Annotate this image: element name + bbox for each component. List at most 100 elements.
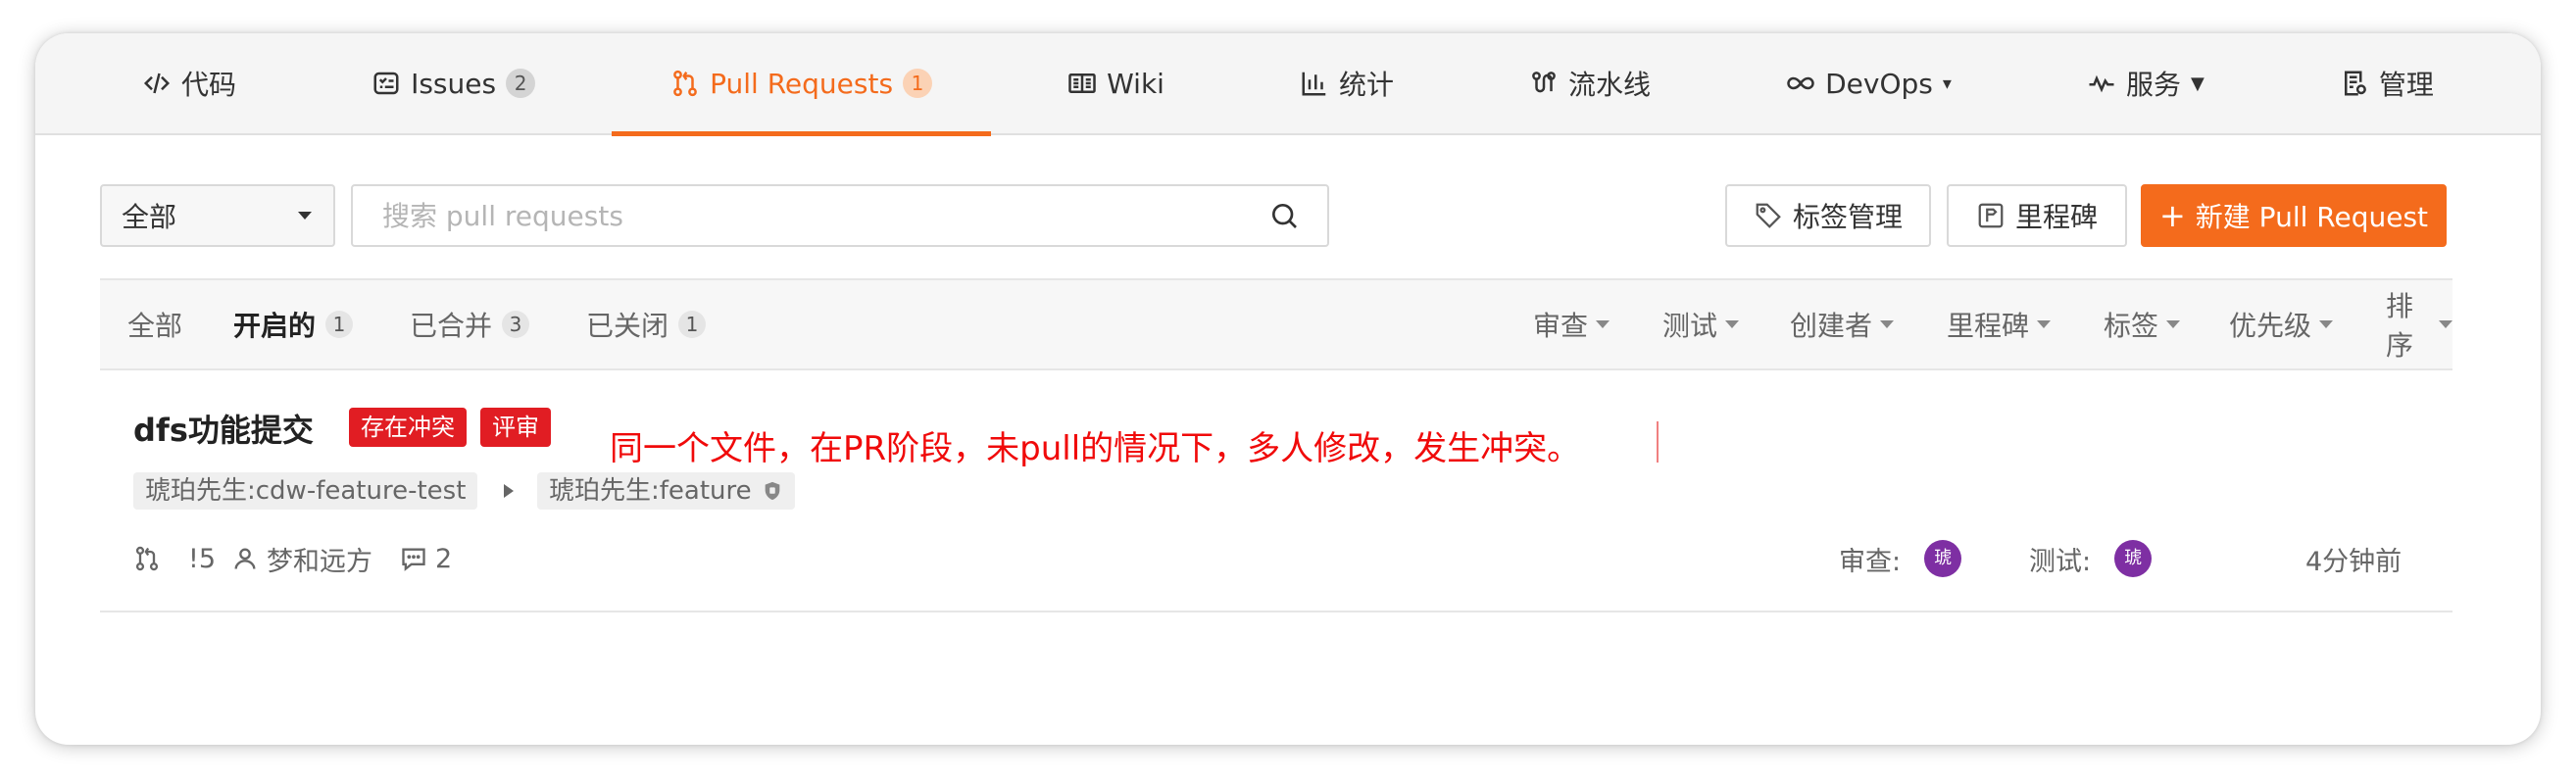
text-cursor <box>1657 421 1659 463</box>
filter-tester-dropdown[interactable]: 测试 <box>1662 280 1740 368</box>
tab-statistics[interactable]: 统计 <box>1241 33 1453 134</box>
filter-label-dropdown[interactable]: 标签 <box>2104 280 2181 368</box>
filter-count-badge: 3 <box>502 311 530 338</box>
pr-author[interactable]: 梦和远方 <box>231 537 372 580</box>
label-manage-label: 标签管理 <box>1792 201 1903 233</box>
tab-label: 代码 <box>181 69 237 101</box>
reviewer-label: 审查: <box>1839 546 1902 577</box>
new-pull-request-button[interactable]: + 新建 Pull Request <box>2141 184 2447 247</box>
source-branch-label: 琥珀先生:cdw-feature-test <box>145 476 467 506</box>
tab-label: Issues <box>411 67 497 100</box>
search-icon[interactable] <box>1268 200 1300 231</box>
wiki-icon <box>1068 73 1096 93</box>
caret-down-icon <box>298 212 312 220</box>
tab-pull-requests[interactable]: Pull Requests 1 <box>612 33 991 136</box>
issues-count-badge: 2 <box>506 69 536 98</box>
infinity-icon <box>1787 76 1814 90</box>
filter-tab-open[interactable]: 开启的 1 <box>233 280 354 368</box>
tab-devops[interactable]: DevOps ▾ <box>1727 33 2010 134</box>
pull-request-icon <box>135 546 159 571</box>
review-badge: 评审 <box>480 408 551 447</box>
tab-label: DevOps <box>1825 67 1933 100</box>
milestone-button[interactable]: 里程碑 <box>1947 184 2127 247</box>
pr-timestamp: 4分钟前 <box>2305 546 2403 577</box>
pr-author-label: 梦和远方 <box>267 546 372 577</box>
filter-tab-all[interactable]: 全部 <box>127 280 182 368</box>
tab-services[interactable]: 服务 ▼ <box>2028 33 2263 134</box>
sort-dropdown[interactable]: 排序 <box>2386 280 2452 368</box>
caret-down-icon <box>2166 320 2181 328</box>
conflict-badge: 存在冲突 <box>349 408 467 447</box>
pr-number[interactable]: !5 <box>133 537 216 580</box>
milestone-icon <box>1978 203 2004 228</box>
tab-label: Wiki <box>1107 67 1164 100</box>
caret-down-icon <box>2439 320 2452 328</box>
filter-tab-merged[interactable]: 已合并 3 <box>410 280 530 368</box>
target-branch[interactable]: 琥珀先生:feature <box>537 472 795 510</box>
label-manage-button[interactable]: 标签管理 <box>1725 184 1931 247</box>
divider <box>100 611 2452 612</box>
tab-wiki[interactable]: Wiki <box>1009 33 1223 134</box>
status-select-value: 全部 <box>122 201 177 233</box>
filter-milestone-dropdown[interactable]: 里程碑 <box>1947 280 2052 368</box>
caret-down-icon <box>2037 320 2052 328</box>
tab-label: 服务 <box>2125 69 2181 101</box>
caret-down-icon <box>1596 320 1610 328</box>
filter-tab-closed[interactable]: 已关闭 1 <box>586 280 707 368</box>
tab-pipeline[interactable]: 流水线 <box>1470 33 1709 134</box>
filter-reviewer-dropdown[interactable]: 审查 <box>1533 280 1610 368</box>
chart-icon <box>1302 72 1326 96</box>
tab-label: Pull Requests <box>710 67 894 100</box>
filter-count-badge: 1 <box>678 311 707 338</box>
target-branch-label: 琥珀先生:feature <box>549 476 752 506</box>
filter-tab-label: 已关闭 <box>586 310 669 342</box>
code-icon <box>143 73 171 94</box>
pipeline-icon <box>1532 72 1556 93</box>
comment-icon <box>402 548 425 571</box>
pull-request-icon <box>673 70 697 97</box>
tag-icon <box>1756 203 1781 228</box>
filter-priority-dropdown[interactable]: 优先级 <box>2229 280 2334 368</box>
tab-label: 流水线 <box>1568 69 1652 101</box>
tab-issues[interactable]: Issues 2 <box>313 33 594 134</box>
arrow-right-icon <box>504 484 514 498</box>
pulse-icon <box>2089 74 2114 93</box>
filter-bar: 全部 开启的 1 已合并 3 已关闭 1 审查 测试 创建者 里程碑 标签 优先… <box>100 278 2452 370</box>
issues-icon <box>373 72 399 95</box>
caret-down-icon <box>2319 320 2334 328</box>
annotation-text: 同一个文件，在PR阶段，未pull的情况下，多人修改，发生冲突。 <box>610 429 1581 468</box>
shield-icon <box>765 481 779 501</box>
search-box <box>351 184 1329 247</box>
dropdown-label: 里程碑 <box>1947 310 2030 342</box>
pull-requests-panel: 代码 Issues 2 Pull Requests 1 Wiki 统计 流水线 … <box>35 33 2541 745</box>
caret-down-icon <box>1880 320 1895 328</box>
plus-icon: + <box>2158 197 2186 234</box>
pr-title-link[interactable]: dfs功能提交 <box>133 406 314 451</box>
tester-label: 测试: <box>2029 546 2092 577</box>
repo-nav: 代码 Issues 2 Pull Requests 1 Wiki 统计 流水线 … <box>35 33 2541 136</box>
pr-comments-count: 2 <box>435 543 453 574</box>
filter-tab-label: 已合并 <box>410 310 493 342</box>
tab-manage[interactable]: 管理 <box>2281 33 2493 134</box>
filter-creator-dropdown[interactable]: 创建者 <box>1790 280 1895 368</box>
pr-number-label: !5 <box>188 543 217 574</box>
dropdown-label: 优先级 <box>2229 310 2312 342</box>
tab-label: 管理 <box>2378 69 2434 101</box>
pr-count-badge: 1 <box>903 69 933 98</box>
source-branch[interactable]: 琥珀先生:cdw-feature-test <box>133 472 478 510</box>
pr-comments[interactable]: 2 <box>400 537 452 580</box>
avatar[interactable]: 琥 <box>1924 540 1962 577</box>
user-icon <box>234 548 256 569</box>
status-select[interactable]: 全部 <box>100 184 335 247</box>
dropdown-label: 审查 <box>1533 310 1589 342</box>
pr-reviewer: 审查: 琥 <box>1839 537 1962 580</box>
filter-tab-label: 开启的 <box>233 310 317 342</box>
caret-down-icon: ▾ <box>1942 73 1952 94</box>
pr-tester: 测试: 琥 <box>2029 537 2153 580</box>
milestone-label: 里程碑 <box>2014 201 2098 233</box>
tab-code[interactable]: 代码 <box>83 33 295 134</box>
dropdown-label: 标签 <box>2104 310 2159 342</box>
avatar[interactable]: 琥 <box>2114 540 2153 577</box>
search-input[interactable] <box>380 198 1268 233</box>
caret-down-icon: ▼ <box>2190 73 2204 94</box>
